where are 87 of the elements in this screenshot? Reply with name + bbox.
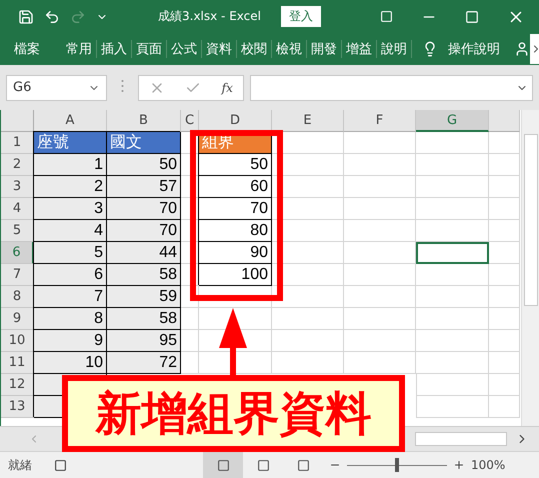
zoom-percent[interactable]: 100% <box>471 458 506 472</box>
column-header[interactable]: A <box>34 110 107 132</box>
ribbon-tab[interactable]: 說明 <box>377 40 412 58</box>
row-header[interactable]: 11 <box>1 352 34 374</box>
table-cell: 9 <box>34 330 107 352</box>
column-header[interactable]: C <box>181 110 199 132</box>
maximize-icon[interactable] <box>465 10 479 24</box>
ribbon-tab[interactable]: 插入 <box>97 40 132 58</box>
ribbon-tab[interactable]: 常用 <box>62 40 97 58</box>
ribbon-tab[interactable]: 檔案 <box>10 40 44 58</box>
table-cell: 6 <box>34 264 107 286</box>
table-cell: 60 <box>199 176 272 198</box>
name-box[interactable]: G6 <box>6 74 107 100</box>
table-cell: 59 <box>107 286 181 308</box>
table-cell: 8 <box>34 308 107 330</box>
column-header[interactable]: D <box>199 110 272 132</box>
table-cell: 72 <box>107 352 181 374</box>
row-header[interactable]: 12 <box>1 374 34 396</box>
table-cell: 3 <box>34 198 107 220</box>
ribbon-tab[interactable]: 頁面 <box>132 40 167 58</box>
ribbon-tab[interactable]: 檢視 <box>272 40 307 58</box>
table-cell: 70 <box>107 198 181 220</box>
table-cell: 58 <box>107 308 181 330</box>
column-header[interactable]: E <box>272 110 344 132</box>
undo-icon[interactable] <box>44 8 60 24</box>
ribbon-tab[interactable]: 資料 <box>202 40 237 58</box>
row-header[interactable]: 4 <box>1 198 34 220</box>
table-cell: 44 <box>107 242 181 264</box>
ribbon-tab[interactable]: 開發 <box>307 40 342 58</box>
row-header[interactable]: 8 <box>1 286 34 308</box>
callout-text: 新增組界資料 <box>96 384 372 442</box>
tell-me-field[interactable]: 操作說明 <box>448 40 500 58</box>
save-icon[interactable] <box>18 8 34 24</box>
ribbon-tab[interactable]: 校閱 <box>237 40 272 58</box>
table-cell: 70 <box>199 198 272 220</box>
row-header[interactable]: 9 <box>1 308 34 330</box>
table-cell: 57 <box>107 176 181 198</box>
table-cell: 90 <box>199 242 272 264</box>
row-header[interactable]: 10 <box>1 330 34 352</box>
column-header[interactable]: G <box>416 110 489 132</box>
row-header[interactable]: 5 <box>1 220 34 242</box>
zoom-thumb[interactable] <box>395 458 399 472</box>
column-header[interactable] <box>489 110 520 132</box>
row-header[interactable]: 13 <box>1 396 34 418</box>
table-cell: 50 <box>199 154 272 176</box>
table-cell: 50 <box>107 154 181 176</box>
horizontal-scrollbar[interactable] <box>415 432 507 446</box>
table-cell: 58 <box>107 264 181 286</box>
ribbon-display-icon[interactable] <box>380 10 393 23</box>
page-icon <box>256 458 270 472</box>
status-text: 就緒 <box>8 456 32 474</box>
insert-function-button[interactable]: fx <box>222 80 233 94</box>
scroll-thumb[interactable] <box>524 134 538 306</box>
table-cell: 1 <box>34 154 107 176</box>
table-cell: 70 <box>107 220 181 242</box>
zoom-in-icon[interactable] <box>453 459 465 471</box>
table-cell: 100 <box>199 264 272 286</box>
view-button[interactable] <box>203 452 243 478</box>
table-cell: 2 <box>34 176 107 198</box>
row-header[interactable]: 1 <box>1 132 34 154</box>
page-icon <box>216 458 230 472</box>
sign-in-button[interactable]: 登入 <box>280 6 321 27</box>
formula-input[interactable] <box>250 74 533 100</box>
select-all-corner[interactable] <box>1 110 34 132</box>
selected-cell[interactable] <box>416 242 489 264</box>
scroll-right-icon[interactable] <box>530 34 539 64</box>
table-cell: 10 <box>34 352 107 374</box>
column-header[interactable]: F <box>344 110 416 132</box>
header-cell: 座號 <box>34 132 107 154</box>
table-cell: 95 <box>107 330 181 352</box>
ribbon-tab[interactable]: 公式 <box>167 40 202 58</box>
page-icon <box>296 458 310 472</box>
vertical-scrollbar[interactable] <box>521 110 539 426</box>
table-cell: 5 <box>34 242 107 264</box>
row-header[interactable]: 3 <box>1 176 34 198</box>
table-cell: 7 <box>34 286 107 308</box>
column-header[interactable]: B <box>107 110 181 132</box>
ribbon-tab[interactable]: 增益 <box>342 40 377 58</box>
macro-record-icon[interactable] <box>54 458 67 472</box>
row-header[interactable]: 7 <box>1 264 34 286</box>
header-cell: 國文 <box>107 132 181 154</box>
row-header[interactable]: 2 <box>1 154 34 176</box>
table-cell: 80 <box>199 220 272 242</box>
table-cell: 4 <box>34 220 107 242</box>
window-title: 成績3.xlsx - Excel <box>158 8 261 25</box>
person-icon[interactable] <box>514 41 530 57</box>
row-header[interactable]: 6 <box>1 242 34 264</box>
